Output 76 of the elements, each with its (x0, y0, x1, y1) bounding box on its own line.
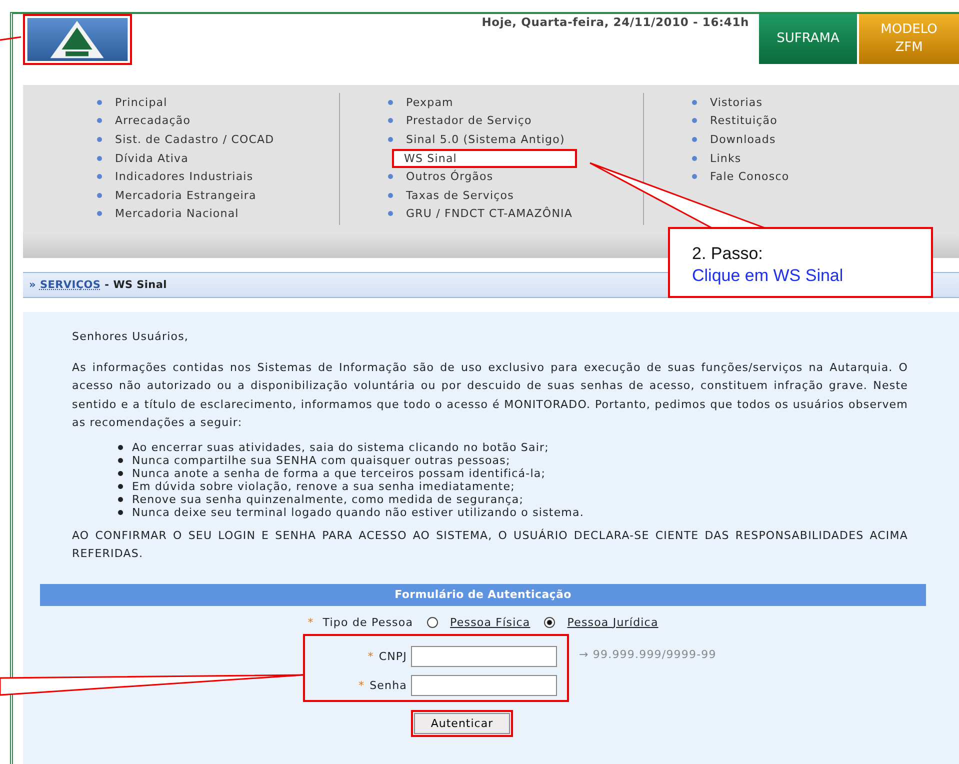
radio-label[interactable]: Pessoa Física (450, 616, 530, 628)
menu-link[interactable]: Indicadores Industriais (115, 170, 254, 184)
bullet-icon (388, 211, 393, 216)
bullet-icon (97, 192, 102, 198)
bullet-icon (692, 100, 697, 105)
radio-button[interactable] (544, 616, 556, 628)
breadcrumb-current: WS Sinal (113, 279, 167, 291)
form-title-bar: Formulário de Autenticação (40, 584, 926, 606)
callout-step: 2. Passo: (692, 243, 931, 265)
bullet-icon (97, 211, 102, 216)
bullet-icon (388, 136, 393, 142)
header-button[interactable]: SUFRAMA (759, 14, 857, 64)
bullet-icon (97, 174, 102, 180)
bullet-icon (388, 174, 393, 180)
required-mark: * (358, 678, 365, 692)
bullet-icon (692, 118, 697, 124)
required-mark: * (308, 616, 314, 628)
bullet-icon (97, 100, 102, 105)
bullet-icon (118, 444, 123, 450)
breadcrumb-link[interactable]: SERVIÇOS (40, 279, 101, 291)
bullet-icon (118, 458, 123, 462)
format-hint: → 99.999.999/9999-99 (579, 648, 716, 660)
menu-link[interactable]: Fale Conosco (710, 170, 790, 184)
breadcrumb-separator: - (104, 279, 110, 291)
menu-link[interactable]: WS Sinal (394, 150, 575, 166)
menu-link[interactable]: Dívida Ativa (115, 152, 188, 165)
recommendation-text: Nunca anote a senha de forma a que terceiros possam identificá-la; (132, 466, 546, 480)
greeting-text: Senhores Usuários, (72, 329, 190, 345)
bullet-icon (388, 192, 393, 198)
menu-link[interactable]: Mercadoria Estrangeira (115, 188, 256, 202)
menu-link[interactable]: Outros Órgãos (406, 170, 494, 184)
bullet-icon (118, 470, 123, 476)
menu-link[interactable]: Pexpam (406, 96, 454, 109)
bullet-icon (118, 484, 123, 488)
breadcrumb-prefix: » (29, 279, 36, 291)
bullet-icon (388, 118, 393, 124)
menu-link[interactable]: Mercadoria Nacional (115, 207, 239, 220)
menu-link[interactable]: GRU / FNDCT CT-AMAZÔNIA (406, 207, 572, 220)
menu-link[interactable]: Downloads (710, 132, 776, 146)
bullet-icon (692, 156, 697, 161)
menu-link[interactable]: Sist. de Cadastro / COCAD (115, 132, 274, 146)
recommendation-text: Nunca compartilhe sua SENHA com quaisquer outras pessoas; (132, 454, 510, 466)
required-mark: * (368, 650, 374, 662)
menu-link[interactable]: Vistorias (710, 96, 763, 109)
input-field[interactable] (411, 674, 557, 696)
callout-instruction: Clique em WS Sinal (692, 265, 844, 287)
menu-link[interactable]: Restituição (710, 114, 778, 128)
recommendation-text: Em dúvida sobre violação, renove a sua senha imediatamente; (132, 480, 515, 492)
submit-button[interactable]: Autenticar (414, 712, 510, 734)
closing-paragraph: AO CONFIRMAR O SEU LOGIN E SENHA PARA ACESSO AO SISTEMA, O USUÁRIO DECLARA-SE CIENTE DAS RESPONSABILIDADES ACIMA REFERIDAS. (72, 528, 908, 562)
radio-button[interactable] (427, 616, 438, 628)
bullet-icon (118, 496, 123, 502)
menu-link[interactable]: Prestador de Serviço (406, 114, 532, 128)
leader-line (0, 36, 22, 41)
menu-link[interactable]: Arrecadação (115, 114, 191, 128)
recommendation-text: Renove sua senha quinzenalmente, como medida de segurança; (132, 492, 524, 506)
bullet-icon (118, 510, 123, 514)
menu-link[interactable]: Links (710, 152, 742, 165)
radio-label[interactable]: Pessoa Jurídica (567, 616, 658, 628)
input-field[interactable] (411, 646, 557, 666)
bullet-icon (97, 156, 102, 161)
bullet-icon (97, 118, 102, 124)
field-label: CNPJ (378, 650, 407, 662)
notice-paragraph: As informações contidas nos Sistemas de Informação são de uso exclusivo para execução de suas funções/serviços na Autarquia. O acesso não autorizado ou a disponibilização voluntária ou por descuido de suas senhas de acesso, constituem infração grave. Neste sentido e a título de esclarecimento, informamos que todo o acesso é MONITORADO. Portanto, pedimos que todos os usuários observem as recomendações a seguir: (72, 360, 908, 431)
recommendation-text: Nunca deixe seu terminal logado quando não estiver utilizando o sistema. (132, 506, 584, 518)
date-text: Hoje, Quarta-feira, 24/11/2010 - 16:41h (482, 15, 749, 29)
menu-link[interactable]: Principal (115, 96, 168, 109)
bullet-icon (97, 136, 102, 142)
menu-link[interactable]: Sinal 5.0 (Sistema Antigo) (406, 132, 565, 146)
recommendation-text: Ao encerrar suas atividades, saia do sistema clicando no botão Sair; (132, 440, 549, 454)
bullet-icon (692, 174, 697, 180)
bullet-icon (388, 100, 393, 105)
bullet-icon (692, 136, 697, 142)
menu-link[interactable]: Taxas de Serviços (406, 188, 514, 202)
field-label: Senha (370, 678, 407, 692)
field-label: Tipo de Pessoa (322, 616, 414, 628)
